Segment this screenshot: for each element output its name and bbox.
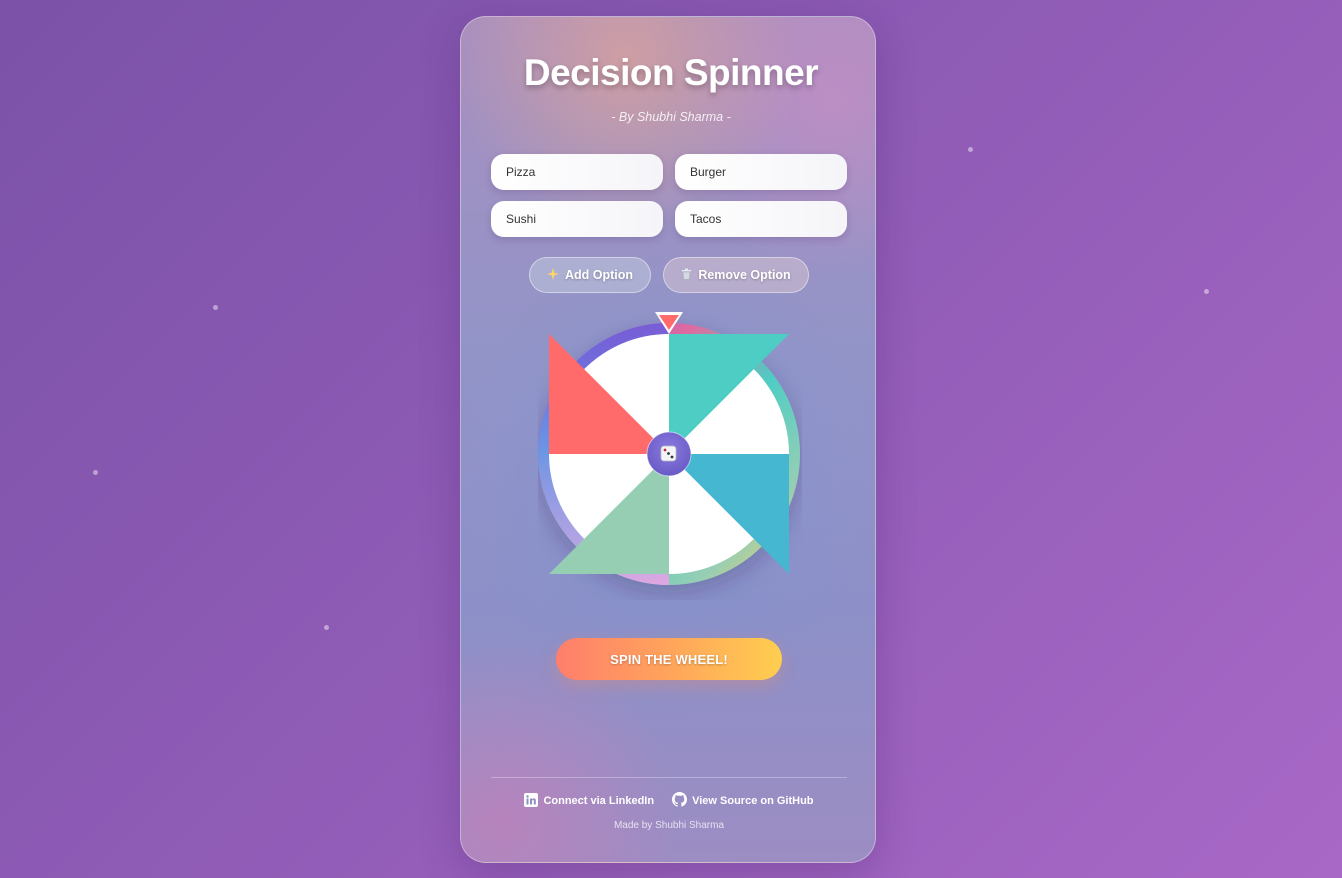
remove-option-button[interactable]: Remove Option (663, 257, 809, 293)
remove-option-label: Remove Option (698, 268, 791, 282)
trash-icon (681, 268, 692, 283)
sparkles-icon (546, 267, 559, 283)
option-input-4[interactable] (675, 201, 847, 237)
github-link[interactable]: View Source on GitHub (672, 792, 814, 810)
footer-divider (491, 777, 847, 778)
github-icon (672, 792, 688, 810)
spin-button-label: SPIN THE WHEEL! (610, 651, 728, 667)
background-dot (324, 625, 329, 630)
option-input-2[interactable] (675, 154, 847, 190)
spin-button[interactable]: SPIN THE WHEEL! (556, 638, 782, 680)
linkedin-label: Connect via LinkedIn (543, 795, 655, 807)
made-by-text: Made by Shubhi Sharma (613, 820, 725, 831)
background-dot (93, 470, 98, 475)
spinner-wheel[interactable] (538, 310, 802, 600)
add-option-button[interactable]: Add Option (529, 257, 651, 293)
background-dot (213, 305, 218, 310)
footer-links: Connect via LinkedIn View Source on GitH… (491, 792, 847, 810)
dice-icon (660, 445, 677, 462)
linkedin-icon (524, 792, 539, 810)
option-input-3[interactable] (491, 201, 663, 237)
add-option-label: Add Option (564, 268, 634, 282)
linkedin-link[interactable]: Connect via LinkedIn (524, 792, 654, 810)
option-input-1[interactable] (491, 154, 663, 190)
page-subtitle: - By Shubhi Sharma - (611, 110, 731, 124)
github-label: View Source on GitHub (692, 795, 814, 807)
wheel-hub[interactable] (646, 431, 692, 477)
page-title: Decision Spinner (523, 52, 819, 93)
background-dot (1204, 289, 1209, 294)
background-dot (968, 147, 973, 152)
